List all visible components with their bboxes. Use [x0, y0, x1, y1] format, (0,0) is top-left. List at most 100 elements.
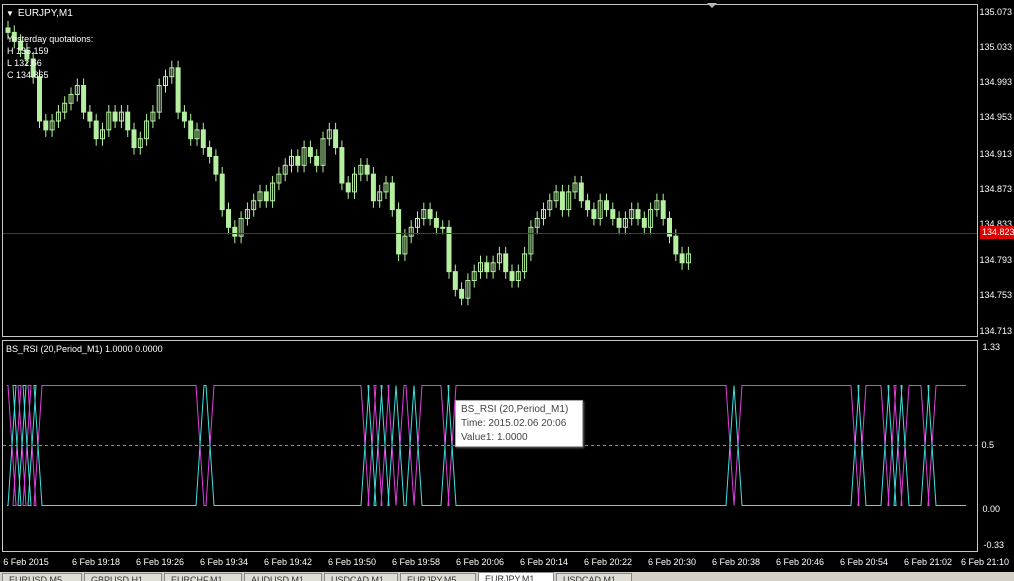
candle-body [610, 209, 616, 219]
time-tick: 6 Feb 20:30 [647, 557, 697, 567]
candle-body [509, 271, 515, 281]
candle-body [484, 262, 490, 273]
candle-body [604, 200, 609, 211]
tab-usdcad-m1-2[interactable]: USDCAD,M1 [556, 573, 632, 581]
time-tick: 6 Feb 2015 [3, 557, 49, 567]
yesterday-low: L 132.66 [7, 58, 42, 68]
indicator-title: BS_RSI (20,Period_M1) 1.0000 0.0000 [6, 344, 163, 354]
tooltip-line-1: BS_RSI (20,Period_M1) [461, 404, 569, 415]
candle-body [314, 155, 320, 166]
candle-body [175, 67, 181, 113]
chart-shift-marker-icon[interactable] [707, 3, 717, 8]
tooltip-line-2: Time: 2015.02.06 20:06 [461, 418, 567, 429]
time-tick: 6 Feb 19:50 [327, 557, 377, 567]
price-tick: 134.913 [979, 149, 1012, 159]
candle-body [616, 217, 622, 228]
tab-eurchf-m1[interactable]: EURCHF,M1 [164, 573, 242, 581]
candle-body [559, 191, 565, 211]
yesterday-close: C 134.865 [7, 70, 49, 80]
price-tick: 134.953 [979, 112, 1012, 122]
candle-body [43, 120, 49, 131]
indicator-tick: -0.33 [983, 540, 1004, 550]
candle-body [207, 147, 213, 157]
chart-canvas [3, 20, 977, 506]
candle-body [263, 191, 269, 202]
candle-body [585, 200, 591, 211]
time-tick: 6 Feb 20:06 [455, 557, 505, 567]
candle-body [452, 271, 458, 290]
terminal-window: ▼ EURJPY,M1 Yesterday quotations: H 135.1… [0, 0, 1014, 581]
candle-body [433, 217, 439, 228]
candle-body [364, 164, 370, 175]
tab-eurjpy-m5[interactable]: EURJPY,M5 [400, 573, 476, 581]
price-tick: 134.873 [979, 184, 1012, 194]
tab-eurusd-m5[interactable]: EURUSD,M5 [2, 573, 82, 581]
price-tick: 134.993 [979, 77, 1012, 87]
candle-body [200, 129, 206, 149]
indicator-tick: 0.5 [981, 440, 994, 450]
candle-body [503, 253, 509, 273]
tab-usdcad-m1[interactable]: USDCAD,M1 [324, 573, 398, 581]
candle-body [181, 111, 187, 122]
price-tick: 134.753 [979, 290, 1012, 300]
symbol-title: ▼ EURJPY,M1 [6, 8, 73, 19]
candle-body [673, 235, 679, 255]
tab-gbpusd-h1[interactable]: GBPUSD,H1 [84, 573, 162, 581]
candle-body [370, 173, 376, 202]
candle-body [226, 209, 231, 228]
candle-body [93, 120, 99, 140]
candle-body [427, 209, 433, 219]
candle-body [87, 111, 93, 122]
candle-body [131, 129, 137, 149]
candle-body [679, 253, 685, 264]
candle-body [307, 147, 313, 157]
candle-body [345, 182, 351, 193]
candle-body [660, 200, 666, 219]
yesterday-high: H 135.159 [7, 46, 49, 56]
indicator-tick: 1.33 [982, 342, 1000, 352]
time-tick: 6 Feb 20:46 [775, 557, 825, 567]
candle-body [333, 129, 339, 149]
candle-body [125, 111, 131, 131]
candle-body [112, 111, 118, 122]
candle-body [37, 76, 42, 122]
chart-tabs: EURUSD,M5 GBPUSD,H1 EURCHF,M1 AUDUSD,M1 … [0, 572, 1014, 581]
candle-body [295, 155, 301, 166]
candle-body [5, 27, 11, 33]
tab-audusd-m1[interactable]: AUDUSD,M1 [244, 573, 322, 581]
candle-body [188, 120, 194, 140]
time-tick: 6 Feb 20:54 [839, 557, 889, 567]
indicator-tooltip: BS_RSI (20,Period_M1) Time: 2015.02.06 2… [455, 400, 583, 447]
time-tick: 6 Feb 19:42 [263, 557, 313, 567]
candle-body [440, 226, 446, 229]
price-tick: 135.033 [979, 42, 1012, 52]
candle-body [578, 182, 584, 202]
tab-eurjpy-m1[interactable]: EURJPY,M1 [478, 572, 554, 581]
time-tick: 6 Feb 19:18 [71, 557, 121, 567]
time-tick: 6 Feb 21:02 [903, 557, 953, 567]
yesterday-quotations: Yesterday quotations: H 135.159 L 132.66… [7, 33, 93, 81]
time-tick: 6 Feb 19:58 [391, 557, 441, 567]
candle-body [396, 209, 402, 255]
time-tick: 6 Feb 19:26 [135, 557, 185, 567]
current-price-tag: 134.823 [980, 226, 1014, 239]
price-tick: 135.073 [979, 7, 1012, 17]
symbol-title-text: EURJPY,M1 [17, 8, 73, 19]
candle-body [213, 155, 219, 175]
time-tick: 6 Feb 21:10 [960, 557, 1010, 567]
price-tick: 134.793 [979, 255, 1012, 265]
tooltip-line-3: Value1: 1.0000 [461, 432, 528, 443]
candle-body [459, 288, 465, 299]
time-tick: 6 Feb 19:34 [199, 557, 249, 567]
price-tick: 134.713 [979, 326, 1012, 336]
candle-body [389, 182, 395, 211]
candle-body [219, 173, 225, 211]
yesterday-heading: Yesterday quotations: [7, 34, 94, 44]
time-tick: 6 Feb 20:22 [583, 557, 633, 567]
dropdown-triangle-icon: ▼ [6, 9, 14, 18]
time-tick: 6 Feb 20:14 [519, 557, 569, 567]
candle-body [232, 226, 238, 237]
time-tick: 6 Feb 20:38 [711, 557, 761, 567]
candle-body [641, 217, 647, 228]
candle-body [635, 209, 641, 219]
